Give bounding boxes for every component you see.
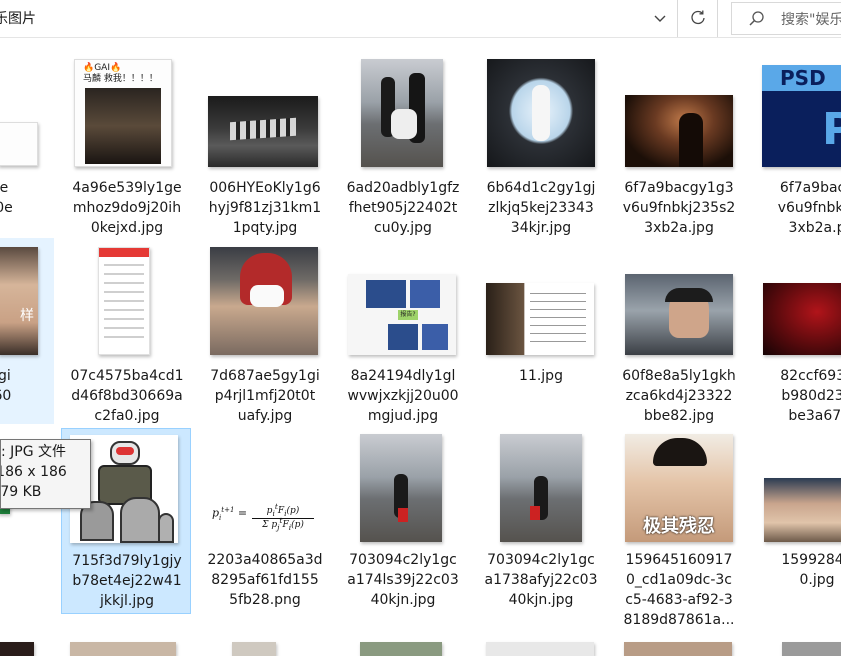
file-name: pg — [0, 550, 54, 570]
thumbnail-caption: 报告? — [398, 310, 418, 320]
file-name: 6ad20adbly1gfz fhet905j22402t cu0y.jpg — [346, 180, 460, 236]
file-name: 159645160917 0_cd1a09dc-3c c5-4683-af92-… — [623, 552, 735, 628]
file-item[interactable]: 7d687ae5gy1gi p4rjl1mfj20t0t uafy.jpg — [200, 238, 330, 424]
file-name: 006HYEoKly1g6 hyj9f81zj31km1 1pqty.jpg — [208, 180, 322, 236]
file-thumbnail: 极其残忍 — [625, 434, 733, 542]
file-thumbnail: PSD Ps — [762, 65, 841, 167]
file-item[interactable]: 极其残忍 159645160917 0_cd1a09dc-3c c5-4683-… — [614, 428, 744, 628]
file-thumbnail — [360, 434, 442, 542]
file-item[interactable]: 6b64d1c2gy1gj zlkjq5kej23343 34kjr.jpg — [476, 50, 606, 236]
file-name: 07c4575ba4cd1 d46f8bd30669a c2fa0.jpg — [70, 368, 184, 424]
file-name: ly1ge 20yi0e jpg — [0, 180, 13, 216]
file-thumbnail — [486, 283, 594, 355]
thumbnail-caption: PSD — [762, 65, 841, 91]
file-thumbnail[interactable] — [232, 642, 276, 656]
tooltip-size: 5.79 KB — [0, 484, 42, 500]
file-thumbnail — [98, 247, 150, 355]
file-thumbnail — [0, 122, 38, 166]
search-input[interactable]: 搜索"娱乐 — [781, 9, 841, 29]
navigation-bar: 乐图片 搜索"娱乐 — [0, 0, 841, 38]
file-thumbnail — [625, 274, 733, 355]
file-thumbnail: 报告? — [348, 274, 456, 355]
file-name: 82ccf693a b980d232 be3a67. — [780, 368, 841, 424]
file-item[interactable]: pit+1 = pitFi(p) Σ pjtFi(p) 2203a40865a3… — [200, 428, 330, 614]
file-thumbnail[interactable] — [624, 642, 732, 656]
file-thumbnail — [361, 59, 443, 167]
thumbnail-caption: 样 — [20, 308, 34, 324]
thumbnail-caption: 🔥GAI🔥 马麟 救我！！！！ — [83, 63, 158, 84]
file-item[interactable]: 6f7a9bacgy1g3 v6u9fnbkj235s2 3xb2a.jpg — [614, 50, 744, 236]
file-item[interactable]: 60f8e8a5ly1gkh zca6kd4j23322 bbe82.jpg — [614, 238, 744, 424]
file-name: 7d687ae5gy1gi p4rjl1mfj20t0t uafy.jpg — [210, 368, 320, 424]
file-name: 703094c2ly1gc a1738afyj22c03 40kjn.jpg — [484, 552, 598, 608]
file-name: 4a96e539ly1ge mhoz9do9j20ih 0kejxd.jpg — [72, 180, 182, 236]
file-name: 8a24194dly1gl wvwjxzkjj20u00 mgjud.jpg — [347, 368, 459, 424]
file-name: 11.jpg — [519, 368, 563, 384]
address-bar[interactable]: 乐图片 — [0, 0, 678, 37]
file-thumbnail: 样 — [0, 247, 38, 355]
file-thumbnail[interactable] — [486, 642, 594, 656]
file-name: 6f7a9bacgy1g3 v6u9fnbkj235s2 3xb2a.jpg — [622, 180, 736, 236]
file-thumbnail — [764, 478, 841, 542]
file-grid: ly1ge 20yi0e jpg 🔥GAI🔥 马麟 救我！！！！ 4a96e53… — [0, 38, 841, 656]
file-thumbnail: 🔥GAI🔥 马麟 救我！！！！ — [74, 59, 172, 167]
file-item[interactable]: 703094c2ly1gc a174ls39j22c03 40kjn.jpg — [338, 428, 468, 614]
thumbnail-caption: 极其残忍 — [643, 516, 715, 537]
address-path[interactable]: 乐图片 — [0, 8, 36, 28]
file-thumbnail[interactable] — [360, 642, 442, 656]
file-name: 6f7a9bacg v6u9fnbkj2 3xb2a.p — [777, 180, 841, 236]
file-name: 2203a40865a3d 8295af61fd155 5fb28.png — [207, 552, 323, 608]
file-item[interactable]: 07c4575ba4cd1 d46f8bd30669a c2fa0.jpg — [62, 238, 192, 424]
file-item[interactable]: 报告? 8a24194dly1gl wvwjxzkjj20u00 mgjud.j… — [338, 238, 468, 424]
file-item[interactable]: 6ad20adbly1gfz fhet905j22402t cu0y.jpg — [338, 50, 468, 236]
file-thumbnail[interactable] — [0, 642, 34, 656]
file-thumbnail — [763, 283, 841, 355]
file-name: 15992846 0.jpg — [781, 552, 841, 588]
file-thumbnail — [487, 59, 595, 167]
refresh-button[interactable] — [678, 0, 718, 37]
file-name: 703094c2ly1gc a174ls39j22c03 40kjn.jpg — [347, 552, 459, 608]
search-box[interactable]: 搜索"娱乐 — [731, 2, 841, 35]
file-thumbnail — [625, 95, 733, 167]
file-thumbnail[interactable] — [70, 642, 176, 656]
file-item[interactable]: 🔥GAI🔥 马麟 救我！！！！ 4a96e539ly1ge mhoz9do9j2… — [62, 50, 192, 236]
file-thumbnail[interactable] — [782, 642, 841, 656]
file-item[interactable]: 82ccf693a b980d232 be3a67. — [752, 238, 841, 424]
file-thumbnail: pit+1 = pitFi(p) Σ pjtFi(p) — [208, 500, 318, 540]
chevron-down-icon[interactable] — [650, 9, 670, 29]
file-name: 6b64d1c2gy1gj zlkjq5kej23343 34kjr.jpg — [486, 180, 596, 236]
tooltip-dimensions: : 186 x 186 — [1, 464, 67, 480]
file-item[interactable]: 样 Cly1gi 30560 jpg — [0, 238, 54, 424]
file-name: 60f8e8a5ly1gkh zca6kd4j23322 bbe82.jpg — [622, 368, 736, 424]
file-thumbnail — [210, 247, 318, 355]
file-item[interactable]: 006HYEoKly1g6 hyj9f81zj31km1 1pqty.jpg — [200, 50, 330, 236]
search-icon — [749, 11, 764, 26]
file-item[interactable]: PSD Ps 6f7a9bacg v6u9fnbkj2 3xb2a.p — [752, 50, 841, 236]
file-item[interactable]: 703094c2ly1gc a1738afyj22c03 40kjn.jpg — [476, 428, 606, 614]
file-name: 715f3d79ly1gjy b78et4ej22w41 jkkjl.jpg — [72, 553, 182, 609]
file-item[interactable]: 11.jpg — [476, 238, 606, 424]
file-item[interactable]: 15992846 0.jpg — [752, 428, 841, 614]
file-name: Cly1gi 30560 jpg — [0, 368, 12, 404]
file-item[interactable]: ly1ge 20yi0e jpg — [0, 50, 54, 236]
file-thumbnail — [208, 96, 318, 167]
file-info-tooltip: 型: JPG 文件 : 186 x 186 5.79 KB — [0, 439, 91, 509]
tooltip-type: 型: JPG 文件 — [0, 444, 67, 460]
file-thumbnail — [500, 434, 582, 542]
refresh-icon — [691, 10, 705, 25]
